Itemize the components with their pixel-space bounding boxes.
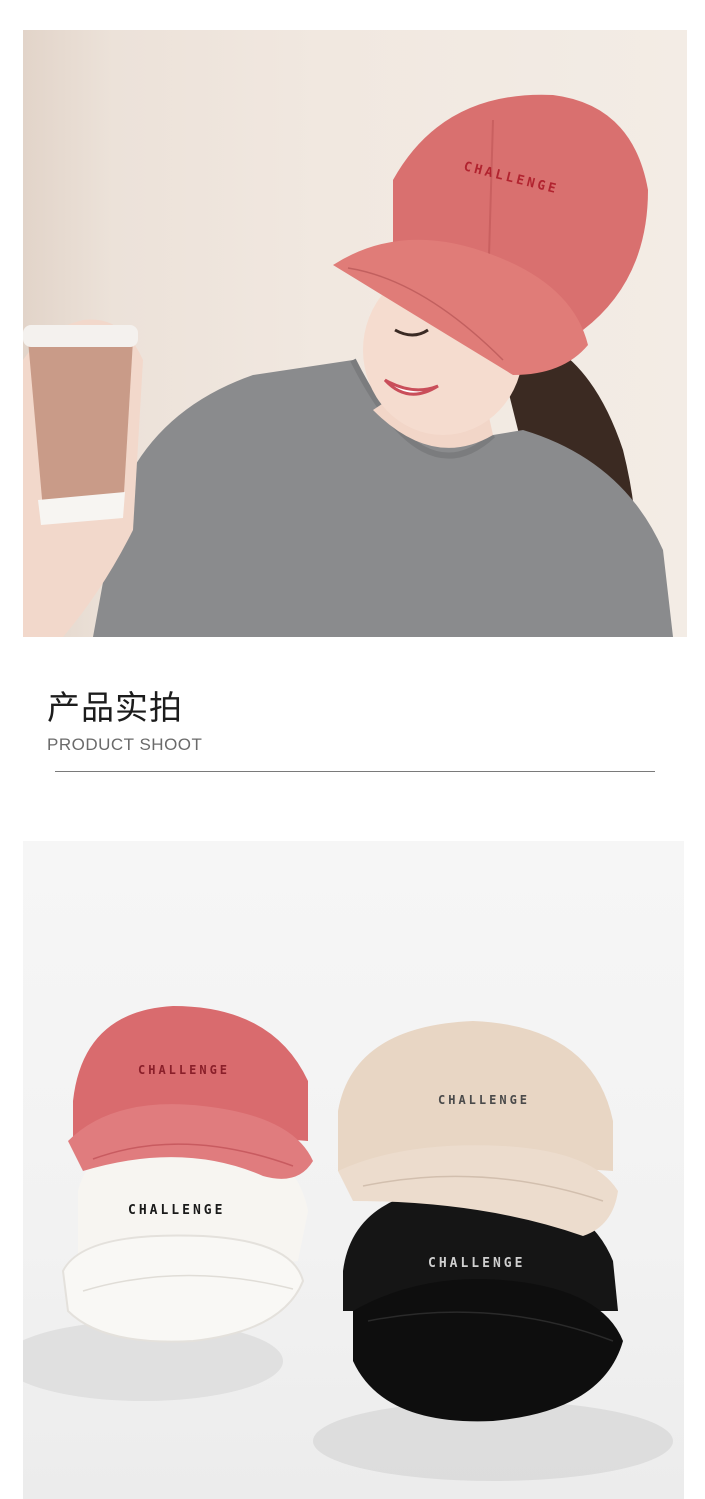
product-photo: CHALLENGE CHALLENGE CHALLENGE CHALLENGE [23,841,684,1499]
product-illustration: CHALLENGE CHALLENGE CHALLENGE CHALLENGE [23,1006,673,1481]
section-subtitle: PRODUCT SHOOT [47,735,203,754]
pink-cap: CHALLENGE [68,1006,313,1179]
black-cap-embroidery: CHALLENGE [428,1256,525,1271]
white-cap-embroidery: CHALLENGE [128,1203,225,1218]
coffee-cup [28,340,133,510]
pink-cap-embroidery: CHALLENGE [138,1063,230,1077]
hero-photo: CHALLENGE [23,30,687,637]
beige-cap-embroidery: CHALLENGE [438,1093,530,1107]
hero-illustration: CHALLENGE [23,94,673,637]
section-divider [55,771,655,772]
section-title: 产品实拍 [47,688,183,727]
beige-cap: CHALLENGE [338,1021,618,1236]
cup-lid [23,325,138,347]
